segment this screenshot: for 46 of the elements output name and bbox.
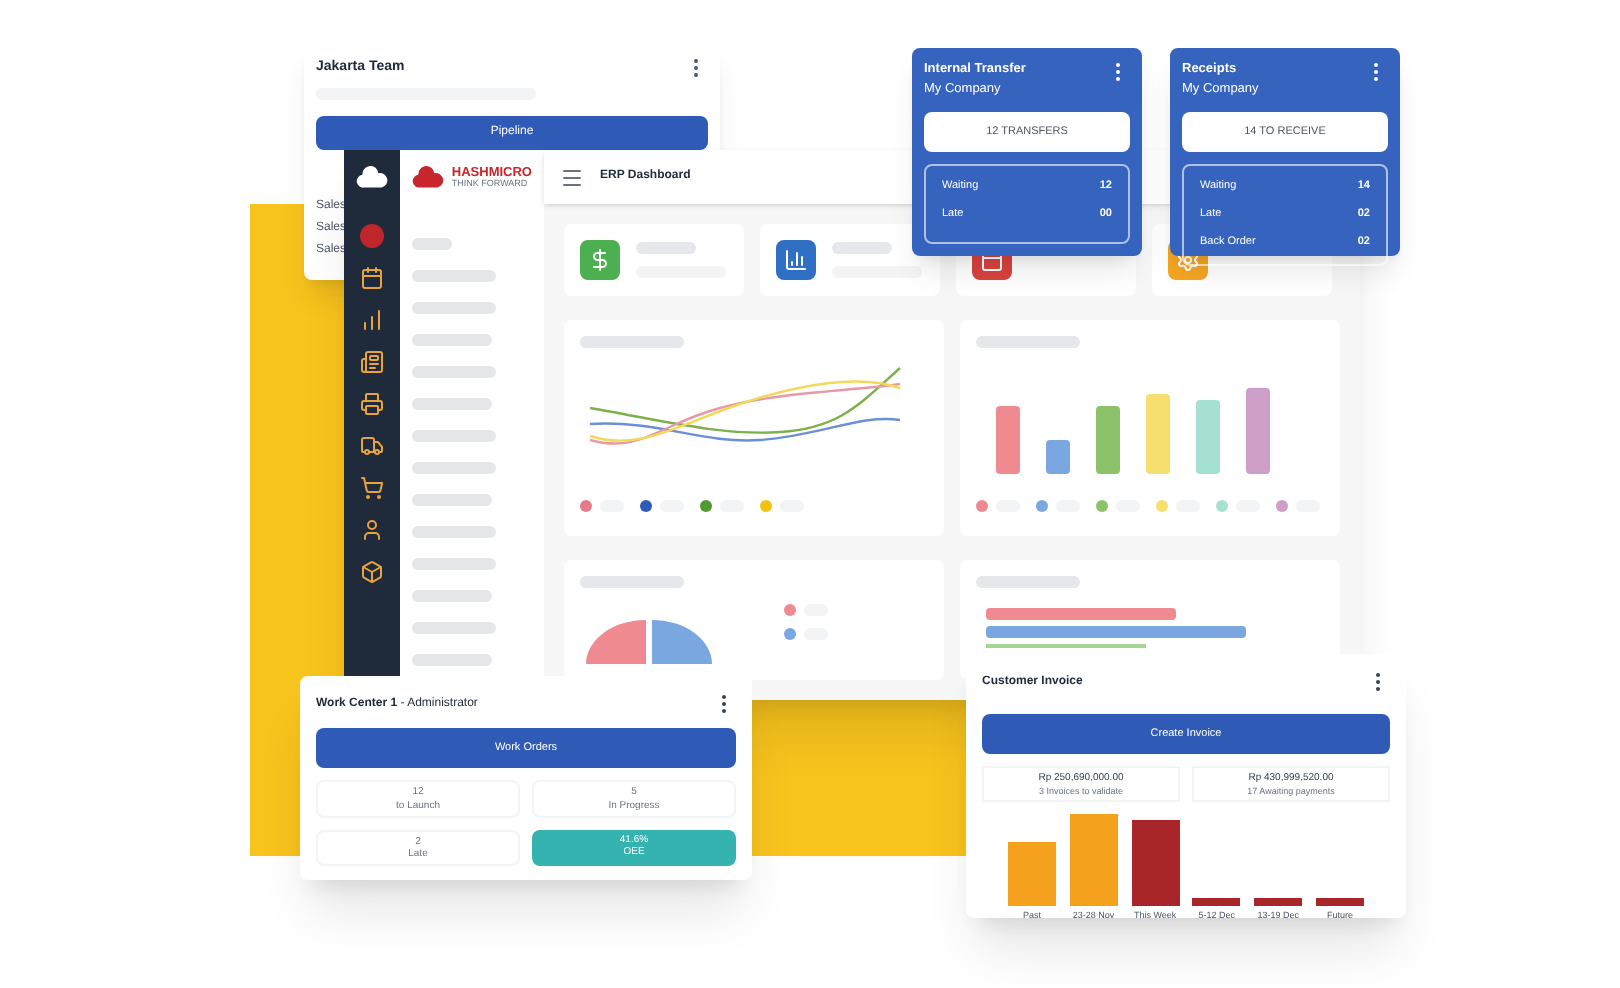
text-placeholder xyxy=(636,242,696,254)
badge-icon[interactable] xyxy=(360,224,384,248)
menu-icon[interactable] xyxy=(560,165,584,189)
menu-icon[interactable] xyxy=(360,560,384,584)
legend-swatch xyxy=(784,604,796,616)
text-placeholder xyxy=(412,590,492,602)
kpi-icon xyxy=(580,240,620,280)
text-placeholder xyxy=(412,398,492,410)
menu-icon[interactable] xyxy=(360,266,384,290)
text-placeholder xyxy=(976,576,1080,588)
text-placeholder xyxy=(580,336,684,348)
text-placeholder xyxy=(412,622,496,634)
legend-swatch xyxy=(1276,500,1288,512)
text-placeholder xyxy=(412,238,452,250)
menu-icon[interactable] xyxy=(360,434,384,458)
text-placeholder xyxy=(412,526,496,538)
legend-swatch xyxy=(580,500,592,512)
text-placeholder xyxy=(412,462,496,474)
text-placeholder xyxy=(412,270,496,282)
legend-swatch xyxy=(1036,500,1048,512)
menu-icon[interactable] xyxy=(360,392,384,416)
cloud-logo-icon xyxy=(356,166,388,190)
text-placeholder xyxy=(412,302,496,314)
legend-swatch xyxy=(760,500,772,512)
menu-icon[interactable] xyxy=(360,350,384,374)
legend-swatch xyxy=(640,500,652,512)
legend-swatch xyxy=(1156,500,1168,512)
text-placeholder xyxy=(412,558,496,570)
text-placeholder xyxy=(976,336,1080,348)
menu-icon[interactable] xyxy=(360,476,384,500)
legend-swatch xyxy=(1096,500,1108,512)
menu-icon[interactable] xyxy=(360,518,384,542)
legend-swatch xyxy=(1216,500,1228,512)
menu-icon[interactable] xyxy=(360,308,384,332)
text-placeholder xyxy=(412,494,492,506)
text-placeholder xyxy=(580,576,684,588)
legend-swatch xyxy=(784,628,796,640)
legend-swatch xyxy=(700,500,712,512)
text-placeholder xyxy=(412,366,496,378)
text-placeholder xyxy=(412,334,492,346)
kpi-icon xyxy=(776,240,816,280)
logo-icon xyxy=(412,166,444,190)
text-placeholder xyxy=(412,430,496,442)
legend-swatch xyxy=(976,500,988,512)
text-placeholder xyxy=(832,242,892,254)
text-placeholder xyxy=(412,654,492,666)
